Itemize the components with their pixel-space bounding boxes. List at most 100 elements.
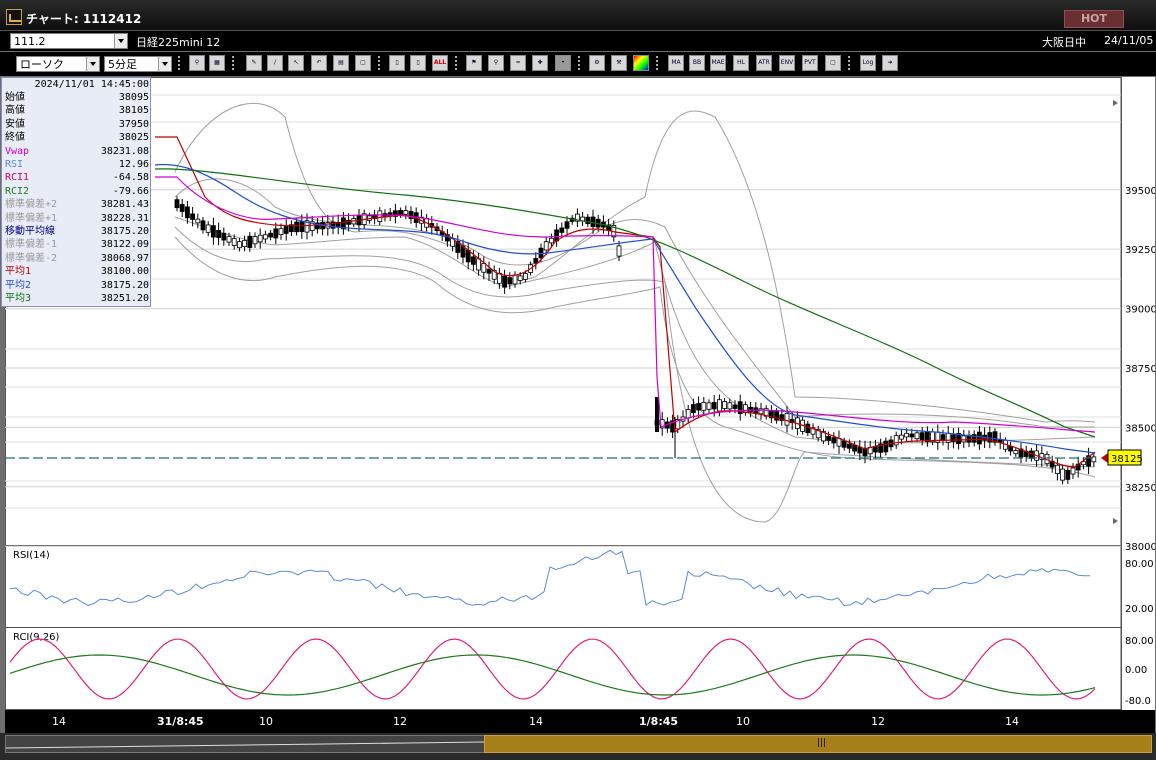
search-chart-icon[interactable]: ⚲: [488, 55, 504, 71]
rci-tick-0: 0.00: [1125, 665, 1147, 676]
info-value: 38175.20: [100, 279, 149, 291]
ohlc-info-panel: 2024/11/01 14:45:00 始値 38095 高値 38105 安値 3795…: [1, 77, 151, 307]
price-tick: 39000: [1125, 305, 1155, 316]
rsi-tick-80: 80.00: [1125, 559, 1154, 570]
candle-body: [691, 404, 696, 414]
candle-body: [685, 409, 691, 419]
indicator-icon[interactable]: ≈: [510, 55, 526, 71]
candle-body: [748, 406, 753, 413]
settings-icon[interactable]: ⚙: [589, 55, 605, 71]
box-icon[interactable]: ▢: [825, 55, 841, 71]
log-button[interactable]: Log: [860, 55, 876, 71]
candle-body: [226, 236, 232, 243]
candle-body: [1065, 469, 1071, 480]
info-value: 38095: [118, 92, 149, 103]
rsi-tick-20: 20.00: [1125, 604, 1154, 615]
scroll-down-icon[interactable]: [1113, 518, 1118, 524]
toolbar-separator: [848, 56, 852, 70]
candle-body: [841, 440, 847, 448]
symbol-name: 日経225mini 12: [136, 36, 221, 49]
exit-icon[interactable]: ➜: [882, 55, 898, 71]
candle-body: [564, 221, 570, 229]
candle-body: [174, 199, 180, 209]
interval-select[interactable]: 5分足: [104, 56, 172, 72]
info-row: 移動平均線 38175.20: [5, 225, 149, 238]
info-value: -79.66: [112, 185, 149, 197]
chart-svg[interactable]: 39500 39250 39000 38750 38500 38250 38000 3812…: [5, 77, 1155, 713]
candle-body: [216, 230, 222, 238]
hot-button[interactable]: HOT: [1064, 10, 1124, 28]
info-value: 38231.08: [100, 145, 149, 157]
disabled-icon: •: [555, 55, 571, 71]
candle-body: [559, 227, 565, 233]
grid-icon[interactable]: ▦: [209, 55, 225, 71]
info-value: 37950: [118, 118, 149, 130]
candle-icon[interactable]: ▯: [389, 55, 405, 71]
candle-body: [236, 241, 242, 249]
info-label: 移動平均線: [5, 226, 55, 237]
trash-icon[interactable]: ▢: [355, 55, 371, 71]
pencil-icon[interactable]: ✎: [246, 55, 262, 71]
cross-icon[interactable]: ✚: [532, 55, 548, 71]
candle-body: [283, 226, 289, 234]
info-row: RSI 12.96: [5, 158, 149, 171]
candle-body: [507, 277, 513, 285]
overview-scrollbar[interactable]: |||: [0, 733, 1156, 760]
candle-body: [268, 232, 274, 238]
env-button[interactable]: ENV: [779, 55, 795, 71]
info-value: -64.58: [112, 172, 149, 184]
chevron-down-icon[interactable]: [158, 57, 171, 71]
flag-icon[interactable]: ⚑: [466, 55, 482, 71]
candle-pair-icon[interactable]: ▯: [410, 55, 426, 71]
all-button[interactable]: ALL: [432, 55, 448, 71]
toolbar: ローソク 5分足 ⚲ ▦ ✎ ∕ ↖ ↶ ▤ ▢ ▯ ▯ ALL ⚑ ⚲ ≈ ✚…: [0, 52, 1156, 76]
candle-body: [242, 240, 248, 248]
overview-visible-window[interactable]: |||: [484, 735, 1152, 753]
tool-icon[interactable]: ⚒: [611, 55, 627, 71]
candle-body: [190, 213, 196, 220]
chart-type-select[interactable]: ローソク: [16, 56, 100, 72]
color-palette-icon[interactable]: [633, 55, 649, 71]
chevron-down-icon[interactable]: [114, 34, 127, 48]
mae-button[interactable]: MAE: [710, 55, 726, 71]
info-row: RCI2 -79.66: [5, 185, 149, 198]
pvt-button[interactable]: PVT: [802, 55, 818, 71]
candle-body: [873, 446, 878, 453]
info-row: 標準偏差-2 38068.97: [5, 252, 149, 265]
chevron-down-icon[interactable]: [86, 57, 99, 71]
info-row: 平均1 38100.00: [5, 265, 149, 278]
line-draw-icon[interactable]: ∕: [267, 55, 283, 71]
undo-icon[interactable]: ↶: [311, 55, 327, 71]
candle-body: [231, 238, 237, 246]
grid: [5, 94, 1121, 547]
info-label: 平均1: [5, 266, 32, 278]
candle-body: [784, 413, 790, 426]
candle-body: [914, 432, 920, 440]
rsi-line: [9, 549, 1090, 607]
cursor-icon[interactable]: ↖: [288, 55, 304, 71]
chart-area[interactable]: 39500 39250 39000 38750 38500 38250 38000 3812…: [5, 77, 1155, 713]
memo-icon[interactable]: ▤: [333, 55, 349, 71]
band-line: [174, 178, 1095, 428]
overview-past-sparkline: [6, 741, 484, 749]
candle-body: [1013, 450, 1019, 455]
band-line: [174, 102, 1096, 423]
overview-past-section[interactable]: [5, 735, 485, 753]
scroll-up-icon[interactable]: [1113, 100, 1118, 106]
symbol-code-select[interactable]: 111.2: [10, 33, 128, 49]
hl-button[interactable]: HL: [733, 55, 749, 71]
scroll-grip-icon[interactable]: |||: [817, 738, 826, 748]
info-row: 平均2 38175.20: [5, 279, 149, 292]
candle-body: [533, 258, 539, 264]
info-value: 38100.00: [100, 266, 149, 278]
ma-button[interactable]: MA: [668, 55, 684, 71]
info-label: 終値: [5, 132, 25, 144]
candle-body: [805, 423, 811, 434]
bb-button[interactable]: BB: [689, 55, 705, 71]
info-row: 標準偏差+1 38228.31: [5, 212, 149, 225]
info-row: 標準偏差+2 38281.43: [5, 198, 149, 211]
zoom-icon[interactable]: ⚲: [189, 55, 205, 71]
atr-button[interactable]: ATR: [756, 55, 772, 71]
candle-body: [1055, 464, 1060, 474]
info-label: 始値: [5, 92, 25, 103]
